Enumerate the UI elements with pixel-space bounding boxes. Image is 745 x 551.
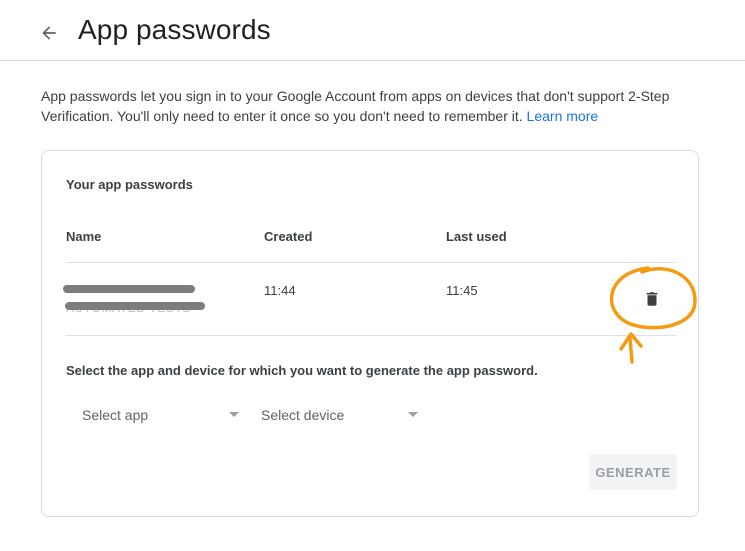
back-button[interactable] [34, 18, 64, 48]
row-divider [66, 335, 676, 336]
column-header-name: Name [66, 229, 102, 244]
trash-icon [646, 292, 658, 306]
app-passwords-card: Your app passwords Name Created Last use… [41, 150, 699, 517]
select-app-label: Select app [82, 407, 149, 423]
redaction-bar [63, 285, 195, 293]
column-header-created: Created [264, 229, 313, 244]
generate-button[interactable]: GENERATE [589, 454, 677, 490]
select-app-dropdown[interactable]: Select app [82, 401, 242, 429]
select-prompt: Select the app and device for which you … [66, 363, 538, 378]
redaction-bar [65, 302, 205, 310]
select-device-dropdown[interactable]: Select device [261, 401, 421, 429]
row-last-used: 11:45 [446, 283, 478, 298]
column-header-last-used: Last used [446, 229, 507, 244]
row-created: 11:44 [264, 283, 296, 298]
intro-text: App passwords let you sign in to your Go… [41, 86, 721, 126]
arrow-back-icon [42, 26, 56, 40]
dropdown-caret-icon [408, 412, 418, 417]
delete-button[interactable] [640, 287, 664, 311]
header-divider [66, 262, 676, 263]
dropdown-caret-icon [229, 412, 239, 417]
card-title: Your app passwords [66, 177, 193, 192]
redacted-name [60, 279, 210, 311]
select-device-label: Select device [261, 407, 345, 423]
page-header: App passwords [0, 0, 745, 61]
learn-more-link[interactable]: Learn more [527, 108, 599, 124]
page-title: App passwords [78, 14, 271, 45]
